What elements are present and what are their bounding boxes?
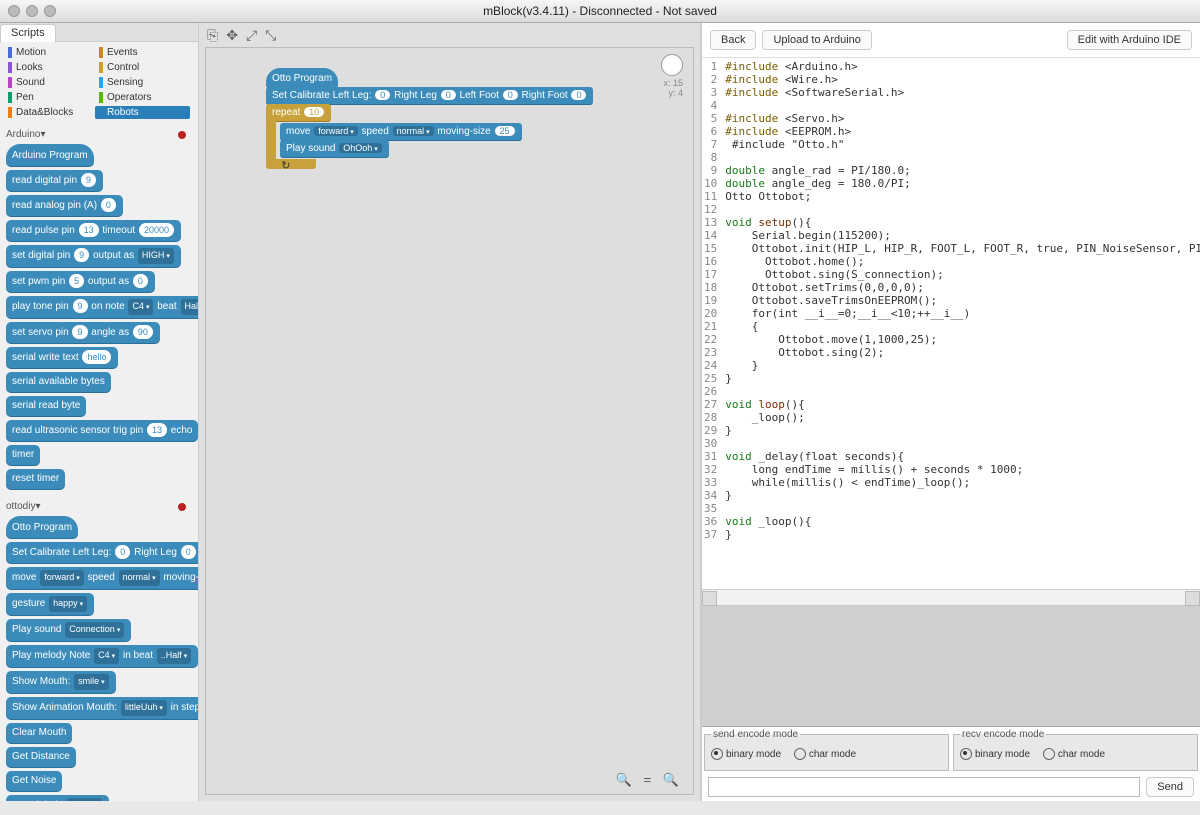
- cat-events[interactable]: Events: [99, 46, 190, 59]
- delete-ext-icon[interactable]: [178, 503, 186, 511]
- stamp-icon[interactable]: ⎘: [207, 27, 218, 44]
- block-otto-program[interactable]: Otto Program: [266, 68, 338, 87]
- cat-label: Events: [107, 47, 138, 58]
- palette-block[interactable]: set pwm pin 5 output as 0: [6, 271, 155, 292]
- cat-label: Operators: [107, 92, 151, 103]
- palette-block[interactable]: reset timer: [6, 469, 65, 489]
- delete-ext-icon[interactable]: [178, 131, 186, 139]
- back-button[interactable]: Back: [710, 30, 756, 50]
- category-grid: Motion Events Looks Control Sound Sensin…: [0, 42, 198, 123]
- window-title: mBlock(v3.4.11) - Disconnected - Not sav…: [0, 4, 1200, 18]
- serial-input[interactable]: [708, 777, 1140, 797]
- palette-block[interactable]: move forward speed normal moving-s: [6, 567, 198, 589]
- block-move[interactable]: move forward speed normal moving-size 25: [280, 123, 522, 140]
- titlebar: mBlock(v3.4.11) - Disconnected - Not sav…: [0, 0, 1200, 23]
- tab-row: Scripts: [0, 23, 198, 42]
- shrink-icon[interactable]: ⤡: [265, 27, 276, 44]
- palette-block[interactable]: Show Mouth: smile: [6, 671, 116, 693]
- cat-looks[interactable]: Looks: [8, 61, 99, 74]
- cat-label: Looks: [16, 62, 43, 73]
- cat-control[interactable]: Control: [99, 61, 190, 74]
- palette-block[interactable]: serial read byte: [6, 396, 86, 416]
- cat-data[interactable]: Data&Blocks: [8, 106, 99, 119]
- block-play-sound[interactable]: Play sound OhOoh: [280, 140, 389, 157]
- block-repeat-end[interactable]: ↻: [266, 159, 316, 169]
- palette-block[interactable]: read pulse pin 13 timeout 20000: [6, 220, 181, 241]
- h-scrollbar[interactable]: [702, 590, 1200, 606]
- block-palette: Arduino ▾ Arduino Program read digital p…: [0, 123, 198, 801]
- expand-icon[interactable]: ⤢: [246, 27, 257, 44]
- recv-binary-radio[interactable]: binary mode: [960, 748, 1030, 760]
- send-binary-radio[interactable]: binary mode: [711, 748, 781, 760]
- user-script[interactable]: Otto Program Set Calibrate Left Leg: 0 R…: [266, 68, 593, 169]
- legend: recv encode mode: [960, 729, 1046, 740]
- group-ottodiy[interactable]: ottodiy ▾: [6, 501, 192, 512]
- code-view[interactable]: 1 2 3 4 5 6 7 8 9 10 11 12 13 14 15 16 1…: [702, 58, 1200, 590]
- palette-block[interactable]: set servo pin 9 angle as 90: [6, 322, 160, 343]
- sprite-icon[interactable]: [661, 54, 683, 76]
- mouse-coords: x: 15y: 4: [663, 78, 683, 98]
- block-repeat[interactable]: repeat 10: [266, 104, 331, 121]
- serial-console[interactable]: [702, 606, 1200, 727]
- send-char-radio[interactable]: char mode: [794, 748, 856, 760]
- stage-toolbar: ⎘ ✥ ⤢ ⤡: [199, 23, 700, 47]
- palette-block[interactable]: timer: [6, 445, 40, 465]
- palette-block[interactable]: Get Noise: [6, 771, 62, 791]
- legend: send encode mode: [711, 729, 800, 740]
- recv-encode-box: recv encode mode binary mode char mode: [953, 729, 1198, 771]
- palette-block[interactable]: Get Distance: [6, 747, 76, 767]
- palette-block[interactable]: serial write text hello: [6, 347, 118, 368]
- palette-block[interactable]: Play sound Connection: [6, 619, 131, 641]
- cat-label: Motion: [16, 47, 46, 58]
- cat-robots[interactable]: Robots: [95, 106, 190, 119]
- palette-block[interactable]: Show Animation Mouth: littleUuh in step: [6, 697, 198, 719]
- cat-label: Data&Blocks: [16, 107, 73, 118]
- send-encode-box: send encode mode binary mode char mode: [704, 729, 949, 771]
- arduino-panel: Back Upload to Arduino Edit with Arduino…: [701, 23, 1200, 801]
- palette-block[interactable]: Otto Program: [6, 516, 78, 538]
- palette-block[interactable]: read digital pin 9: [6, 170, 103, 191]
- move-icon[interactable]: ✥: [226, 27, 238, 44]
- palette-block[interactable]: play tone pin 9 on note C4 beat Half: [6, 296, 198, 318]
- cat-label: Pen: [16, 92, 34, 103]
- cat-label: Sound: [16, 77, 45, 88]
- palette-block[interactable]: Clear Mouth: [6, 723, 72, 743]
- palette-block[interactable]: read analog pin (A) 0: [6, 195, 123, 216]
- palette-block[interactable]: serial available bytes: [6, 372, 111, 392]
- cat-label: Sensing: [107, 77, 143, 88]
- script-stage[interactable]: x: 15y: 4 Otto Program Set Calibrate Lef…: [205, 47, 694, 795]
- zoom-controls[interactable]: 🔍 = 🔍: [616, 772, 683, 788]
- group-arduino[interactable]: Arduino ▾: [6, 129, 192, 140]
- send-button[interactable]: Send: [1146, 777, 1194, 797]
- left-panel: Scripts Motion Events Looks Control Soun…: [0, 23, 199, 801]
- palette-block[interactable]: set digital pin 9 output as HIGH: [6, 245, 181, 267]
- palette-block[interactable]: Get Light in LEFT: [6, 795, 109, 801]
- tab-scripts[interactable]: Scripts: [0, 24, 56, 42]
- edit-ide-button[interactable]: Edit with Arduino IDE: [1067, 30, 1192, 50]
- send-row: Send: [702, 773, 1200, 801]
- cat-label: Robots: [107, 107, 139, 118]
- arduino-toolbar: Back Upload to Arduino Edit with Arduino…: [702, 23, 1200, 58]
- palette-block[interactable]: read ultrasonic sensor trig pin 13 echo: [6, 420, 198, 441]
- cat-operators[interactable]: Operators: [99, 91, 190, 104]
- palette-block[interactable]: gesture happy: [6, 593, 94, 615]
- palette-block[interactable]: Arduino Program: [6, 144, 94, 166]
- block-calibrate[interactable]: Set Calibrate Left Leg: 0 Right Leg 0 Le…: [266, 87, 593, 104]
- cat-sound[interactable]: Sound: [8, 76, 99, 89]
- upload-button[interactable]: Upload to Arduino: [762, 30, 871, 50]
- cat-motion[interactable]: Motion: [8, 46, 99, 59]
- palette-block[interactable]: Play melody Note C4 in beat ..Half: [6, 645, 198, 667]
- recv-char-radio[interactable]: char mode: [1043, 748, 1105, 760]
- stage-panel: ⎘ ✥ ⤢ ⤡ x: 15y: 4 Otto Program Set Calib…: [199, 23, 701, 801]
- cat-pen[interactable]: Pen: [8, 91, 99, 104]
- palette-block[interactable]: Set Calibrate Left Leg: 0 Right Leg 0 Le…: [6, 542, 198, 563]
- cat-sensing[interactable]: Sensing: [99, 76, 190, 89]
- cat-label: Control: [107, 62, 139, 73]
